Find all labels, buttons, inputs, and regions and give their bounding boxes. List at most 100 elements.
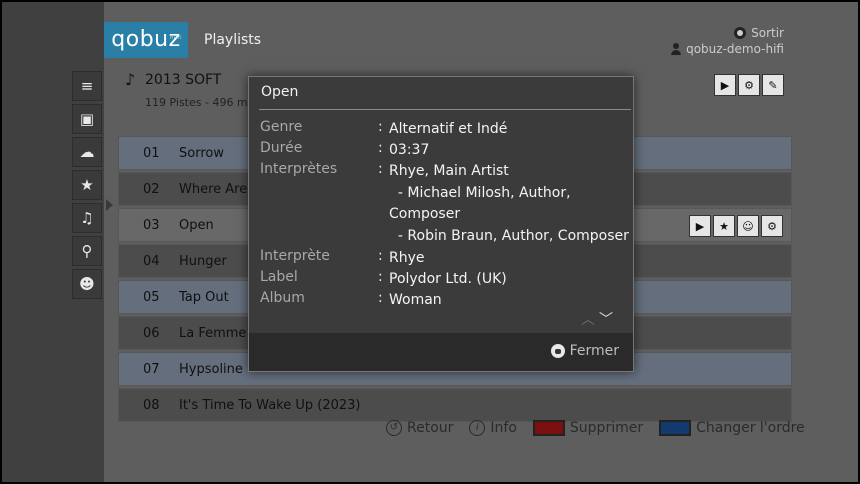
sidebar-item-playlists[interactable]: ♫ — [72, 203, 102, 233]
track-number: 02 — [143, 182, 160, 197]
app-frame: qobuz hi-fi Playlists Sortir qobuz-demo-… — [0, 0, 860, 484]
track-number: 05 — [143, 290, 160, 305]
track-actions: ▶ ★ ☺ ⚙ — [689, 215, 783, 237]
track-title: Hunger — [179, 254, 227, 269]
dialog-footer: Fermer — [249, 333, 633, 371]
sidebar-item-library[interactable]: ▣ — [72, 104, 102, 134]
exit-label: Sortir — [751, 26, 784, 40]
playlist-subtitle: 119 Pistes - 496 m — [145, 96, 248, 109]
info-key: Album — [260, 290, 305, 306]
back-icon: ↺ — [386, 420, 402, 436]
track-info-dialog: Open Genre : Alternatif et Indé Durée : … — [248, 76, 634, 372]
track-title: La Femme — [179, 326, 247, 341]
track-number: 08 — [143, 398, 160, 413]
info-colon: : — [378, 290, 383, 306]
info-colon: : — [378, 140, 383, 156]
delete-label: Supprimer — [569, 420, 644, 436]
cloud-download-icon: ☁ — [79, 143, 95, 161]
dialog-divider — [259, 109, 631, 110]
close-label: Fermer — [569, 343, 619, 359]
info-colon: : — [378, 119, 383, 135]
track-number: 07 — [143, 362, 160, 377]
music-note-icon: ♪ — [125, 70, 136, 89]
info-colon: : — [378, 269, 383, 285]
sidebar-item-favorites[interactable]: ★ — [72, 170, 102, 200]
track-title: Open — [179, 218, 214, 233]
play-icon: ▶ — [695, 219, 705, 233]
track-title: Where Are — [179, 182, 248, 197]
track-favorite-button[interactable]: ★ — [713, 215, 735, 237]
info-key: Genre — [260, 119, 303, 135]
scroll-controls: ︿ ﹀ — [581, 309, 613, 329]
track-settings-button[interactable]: ⚙ — [761, 215, 783, 237]
play-button[interactable]: ▶ — [714, 74, 736, 96]
search-icon: ⚲ — [81, 242, 93, 260]
queue-icon: ≡ — [80, 77, 94, 95]
track-title: Sorrow — [179, 146, 224, 161]
section-title: Playlists — [204, 32, 262, 48]
back-label: Retour — [407, 420, 454, 436]
playlist-actions: ▶ ⚙ ✎ — [714, 74, 784, 96]
info-value: 03:37 — [389, 142, 430, 158]
sidebar-item-account[interactable]: ☻ — [72, 269, 102, 299]
close-icon — [550, 344, 565, 358]
info-value: Alternatif et Indé — [389, 121, 508, 137]
sidebar-item-cloud[interactable]: ☁ — [72, 137, 102, 167]
info-colon: : — [378, 248, 383, 264]
user-account[interactable]: qobuz-demo-hifi — [671, 42, 784, 56]
bottom-action-bar: ↺ Retour i Info Supprimer Changer l'ordr… — [386, 420, 805, 436]
track-artist-button[interactable]: ☺ — [737, 215, 759, 237]
sidebar-item-queue[interactable]: ≡ — [72, 71, 102, 101]
reorder-button[interactable]: Changer l'ordre — [659, 420, 805, 436]
username: qobuz-demo-hifi — [686, 42, 784, 56]
reorder-label: Changer l'ordre — [696, 420, 805, 436]
info-key: Label — [260, 269, 298, 285]
info-label: Info — [490, 420, 517, 436]
track-title: It's Time To Wake Up (2023) — [179, 398, 361, 413]
info-key: Interprètes — [260, 161, 338, 177]
user-icon — [671, 43, 682, 55]
dialog-title: Open — [261, 84, 299, 100]
info-value: Polydor Ltd. (UK) — [389, 271, 507, 287]
chevron-down-icon[interactable]: ﹀ — [599, 309, 613, 329]
people-icon: ☺ — [742, 219, 754, 233]
track-play-button[interactable]: ▶ — [689, 215, 711, 237]
track-number: 06 — [143, 326, 160, 341]
track-title: Hypsoline — [179, 362, 243, 377]
gear-icon: ⚙ — [767, 219, 777, 233]
exit-button[interactable]: Sortir — [734, 26, 784, 40]
track-title: Tap Out — [179, 290, 229, 305]
info-value: Rhye — [389, 250, 425, 266]
back-button[interactable]: ↺ Retour — [386, 420, 453, 436]
settings-button[interactable]: ⚙ — [738, 74, 760, 96]
edit-button[interactable]: ✎ — [762, 74, 784, 96]
chevron-up-icon[interactable]: ︿ — [581, 309, 595, 329]
red-key-icon — [532, 420, 565, 436]
exit-icon — [734, 27, 747, 39]
sidebar-selection-arrow — [106, 199, 113, 211]
qobuz-logo: qobuz hi-fi — [104, 22, 188, 58]
track-number: 03 — [143, 218, 160, 233]
blue-key-icon — [659, 420, 692, 436]
sidebar-item-search[interactable]: ⚲ — [72, 236, 102, 266]
star-icon: ★ — [80, 176, 94, 194]
star-icon: ★ — [719, 219, 729, 233]
delete-button[interactable]: Supprimer — [532, 420, 644, 436]
info-button[interactable]: i Info — [469, 420, 517, 436]
table-row[interactable]: 08 It's Time To Wake Up (2023) — [118, 388, 792, 422]
info-icon: i — [469, 420, 486, 436]
close-button[interactable]: Fermer — [550, 343, 619, 359]
track-number: 04 — [143, 254, 160, 269]
playlist-title: 2013 SOFT — [145, 72, 222, 88]
library-icon: ▣ — [79, 110, 95, 128]
edit-icon: ✎ — [768, 78, 778, 92]
info-value: Rhye, Main Artist - Michael Milosh, Auth… — [389, 163, 629, 244]
info-key: Interprète — [260, 248, 330, 264]
play-icon: ▶ — [720, 78, 730, 92]
logo-subtext: hi-fi — [169, 35, 182, 41]
user-icon: ☻ — [79, 275, 95, 293]
info-key: Durée — [260, 140, 303, 156]
info-colon: : — [378, 161, 383, 177]
playlist-icon: ♫ — [80, 209, 94, 227]
gear-icon: ⚙ — [744, 78, 754, 92]
